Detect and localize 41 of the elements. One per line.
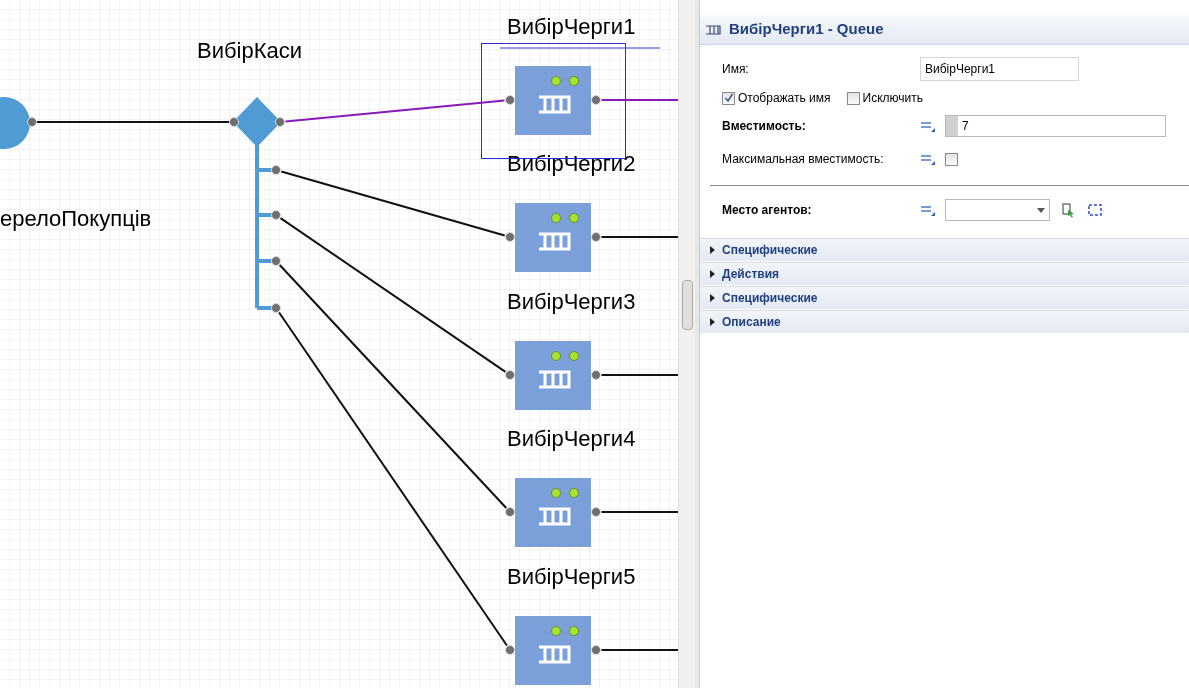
block-label: ВибірЧерги2: [507, 153, 636, 175]
field-label: Вместимость:: [722, 118, 807, 135]
section-header[interactable]: Специфические: [700, 286, 1189, 309]
checkbox[interactable]: [846, 91, 860, 105]
expand-icon: [710, 246, 716, 254]
expand-icon: [710, 318, 716, 326]
block-label: ерелоПокупців: [0, 208, 152, 230]
section-header[interactable]: Описание: [700, 310, 1189, 333]
queue-icon: [705, 24, 721, 35]
queue-block[interactable]: [515, 341, 591, 410]
block-label: ВибірКаси: [197, 40, 303, 62]
block-label: ВибірЧерги1: [507, 16, 636, 38]
selection-icon[interactable]: [1088, 203, 1102, 217]
checkbox[interactable]: [722, 91, 735, 105]
caret-icon: [1037, 207, 1045, 213]
scrollbar[interactable]: [678, 0, 695, 688]
queue-block[interactable]: [515, 66, 591, 135]
queue-block[interactable]: [515, 478, 591, 547]
block-label: ВибірЧерги5: [507, 566, 636, 588]
expand-icon: [710, 270, 716, 278]
block-label: ВибірЧерги3: [507, 291, 636, 313]
equals-icon[interactable]: [920, 119, 936, 133]
capacity-field[interactable]: 7: [945, 115, 1166, 137]
source-block[interactable]: [0, 97, 30, 149]
checkbox[interactable]: [945, 152, 958, 166]
equals-icon[interactable]: [920, 152, 936, 166]
equals-icon[interactable]: [920, 203, 936, 217]
checkbox-label: Отображать имя: [738, 90, 831, 107]
checkbox-label: Исключить: [862, 90, 923, 107]
queue-block[interactable]: [515, 616, 591, 685]
queue-block[interactable]: [515, 203, 591, 272]
pick-location-icon[interactable]: [1060, 202, 1076, 218]
section-header[interactable]: Действия: [700, 262, 1189, 285]
field-label: Место агентов:: [722, 202, 813, 219]
expand-icon: [710, 294, 716, 302]
block-label: ВибірЧерги4: [507, 428, 636, 450]
field-label: Имя:: [722, 61, 750, 78]
name-field[interactable]: ВибірЧерги1: [920, 57, 1079, 81]
section-header[interactable]: Специфические: [700, 238, 1189, 261]
panel-title: ВибірЧерги1 - Queue: [729, 19, 884, 40]
field-label: Максимальная вместимость:: [722, 151, 885, 168]
